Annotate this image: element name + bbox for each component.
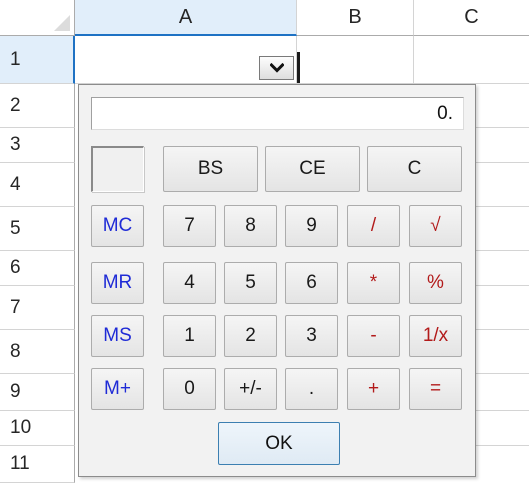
cell-c8[interactable] bbox=[476, 330, 529, 374]
digit-8-button[interactable]: 8 bbox=[224, 205, 277, 247]
digit-9-button[interactable]: 9 bbox=[285, 205, 338, 247]
row-header-11[interactable]: 11 bbox=[0, 446, 75, 483]
toggle-sign-button[interactable]: +/- bbox=[224, 368, 277, 410]
active-cell-border bbox=[297, 52, 300, 83]
cell-c1[interactable] bbox=[414, 36, 529, 84]
subtract-button[interactable]: - bbox=[347, 315, 400, 357]
digit-4-button[interactable]: 4 bbox=[163, 262, 216, 304]
cell-c7[interactable] bbox=[476, 286, 529, 330]
row-header-9[interactable]: 9 bbox=[0, 374, 75, 411]
row-header-4[interactable]: 4 bbox=[0, 163, 75, 207]
square-root-button[interactable]: √ bbox=[409, 205, 462, 247]
row-header-3[interactable]: 3 bbox=[0, 128, 75, 163]
memory-add-button[interactable]: M+ bbox=[91, 368, 144, 410]
calculator-display: 0. bbox=[91, 97, 464, 130]
column-header-b[interactable]: B bbox=[297, 0, 414, 36]
cell-c4[interactable] bbox=[476, 163, 529, 207]
memory-indicator bbox=[91, 146, 144, 192]
clear-entry-button[interactable]: CE bbox=[265, 146, 360, 192]
column-header-c[interactable]: C bbox=[414, 0, 529, 36]
ok-button[interactable]: OK bbox=[218, 422, 340, 465]
multiply-button[interactable]: * bbox=[347, 262, 400, 304]
column-header-a[interactable]: A bbox=[75, 0, 297, 36]
cell-c6[interactable] bbox=[476, 251, 529, 286]
cell-c3[interactable] bbox=[476, 128, 529, 163]
row-header-8[interactable]: 8 bbox=[0, 330, 75, 374]
cell-c5[interactable] bbox=[476, 207, 529, 251]
memory-clear-button[interactable]: MC bbox=[91, 205, 144, 247]
equals-button[interactable]: = bbox=[409, 368, 462, 410]
row-header-10[interactable]: 10 bbox=[0, 411, 75, 446]
row-header-5[interactable]: 5 bbox=[0, 207, 75, 251]
cell-c10[interactable] bbox=[476, 411, 529, 446]
decimal-point-button[interactable]: . bbox=[285, 368, 338, 410]
cell-dropdown-button[interactable] bbox=[259, 56, 294, 80]
row-header-6[interactable]: 6 bbox=[0, 251, 75, 286]
reciprocal-button[interactable]: 1/x bbox=[409, 315, 462, 357]
digit-3-button[interactable]: 3 bbox=[285, 315, 338, 357]
digit-5-button[interactable]: 5 bbox=[224, 262, 277, 304]
row-header-7[interactable]: 7 bbox=[0, 286, 75, 330]
digit-1-button[interactable]: 1 bbox=[163, 315, 216, 357]
digit-2-button[interactable]: 2 bbox=[224, 315, 277, 357]
percent-button[interactable]: % bbox=[409, 262, 462, 304]
digit-7-button[interactable]: 7 bbox=[163, 205, 216, 247]
cell-c11[interactable] bbox=[476, 446, 529, 483]
digit-6-button[interactable]: 6 bbox=[285, 262, 338, 304]
chevron-down-icon bbox=[269, 63, 284, 73]
cell-b1[interactable] bbox=[297, 36, 414, 84]
backspace-button[interactable]: BS bbox=[163, 146, 258, 192]
select-all-triangle-icon bbox=[54, 15, 70, 31]
row-header-2[interactable]: 2 bbox=[0, 84, 75, 128]
cell-c2[interactable] bbox=[476, 84, 529, 128]
digit-0-button[interactable]: 0 bbox=[163, 368, 216, 410]
add-button[interactable]: + bbox=[347, 368, 400, 410]
select-all-corner[interactable] bbox=[0, 0, 75, 36]
clear-button[interactable]: C bbox=[367, 146, 462, 192]
row-header-1[interactable]: 1 bbox=[0, 36, 75, 84]
memory-recall-button[interactable]: MR bbox=[91, 262, 144, 304]
memory-store-button[interactable]: MS bbox=[91, 315, 144, 357]
divide-button[interactable]: / bbox=[347, 205, 400, 247]
cell-c9[interactable] bbox=[476, 374, 529, 411]
